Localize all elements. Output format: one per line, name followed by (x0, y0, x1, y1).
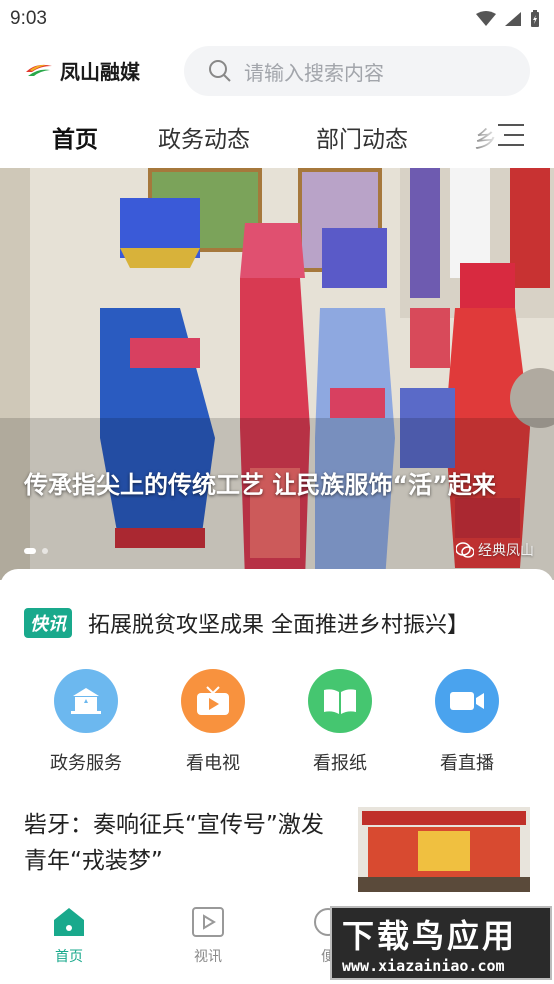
banner-image (0, 168, 554, 580)
app-logo[interactable]: 凤山融媒 (24, 56, 184, 85)
wifi-icon (476, 11, 496, 26)
wechat-icon (456, 542, 474, 558)
cellular-icon (505, 12, 521, 26)
service-live[interactable]: 看直播 (412, 669, 522, 775)
battery-icon (531, 10, 539, 27)
service-government[interactable]: 政务服务 (31, 669, 141, 775)
banner-caption: 传承指尖上的传统工艺 让民族服饰“活”起来 (24, 471, 496, 499)
carousel-dot-active (24, 548, 36, 554)
news-headline[interactable]: 砦牙：奏响征兵“宣传号”激发青年“戎装梦” (24, 807, 334, 879)
site-watermark: 下载鸟应用 www.xiazainiao.com (330, 906, 552, 980)
tab-department-news[interactable]: 部门动态 (316, 120, 408, 154)
tab-bar-label: 视讯 (194, 949, 222, 965)
flash-text: 拓展脱贫攻坚成果 全面推进乡村振兴】 (88, 613, 469, 638)
banner-watermark: 经典凤山 (456, 540, 534, 560)
service-grid: 政务服务 看电视 看报纸 看直播 (0, 669, 554, 779)
home-icon (54, 908, 84, 936)
tab-government-news[interactable]: 政务动态 (158, 120, 250, 154)
tab-bar-home[interactable]: 首页 (29, 906, 109, 966)
flash-badge: 快讯 (24, 608, 72, 638)
watermark-url: www.xiazainiao.com (342, 957, 505, 975)
app-header: 凤山融媒 请输入搜索内容 (0, 42, 554, 98)
banner-watermark-text: 经典凤山 (478, 543, 534, 559)
live-camera-icon (435, 669, 499, 733)
tab-home[interactable]: 首页 (52, 120, 98, 154)
banner-carousel[interactable]: 传承指尖上的传统工艺 让民族服饰“活”起来 经典凤山 (0, 168, 554, 580)
search-input[interactable]: 请输入搜索内容 (184, 46, 530, 96)
logo-text: 凤山融媒 (60, 59, 140, 84)
flash-news[interactable]: 快讯 拓展脱贫攻坚成果 全面推进乡村振兴】 (24, 607, 469, 639)
service-label: 看电视 (186, 753, 240, 774)
tab-bar-label: 首页 (55, 949, 83, 965)
tv-icon (181, 669, 245, 733)
status-icons (476, 10, 540, 28)
search-icon (209, 60, 231, 82)
carousel-indicator (24, 548, 48, 554)
service-tv[interactable]: 看电视 (158, 669, 268, 775)
carousel-dot (42, 548, 48, 554)
newspaper-icon (308, 669, 372, 733)
search-placeholder: 请输入搜索内容 (244, 60, 384, 85)
video-icon (192, 907, 224, 937)
service-label: 看直播 (440, 753, 494, 774)
service-label: 看报纸 (313, 753, 367, 774)
service-newspaper[interactable]: 看报纸 (285, 669, 395, 775)
tab-bar-video[interactable]: 视讯 (168, 906, 248, 966)
menu-icon[interactable] (496, 122, 526, 148)
government-icon (54, 669, 118, 733)
status-bar: 9:03 (0, 0, 554, 38)
watermark-title: 下载鸟应用 (342, 917, 518, 955)
logo-mark-icon (26, 64, 52, 76)
news-thumbnail[interactable] (358, 807, 530, 895)
status-time: 9:03 (10, 8, 47, 29)
service-label: 政务服务 (50, 753, 122, 774)
news-thumbnail-image (358, 807, 530, 895)
channel-tabs: 首页 政务动态 部门动态 乡 (0, 110, 554, 162)
